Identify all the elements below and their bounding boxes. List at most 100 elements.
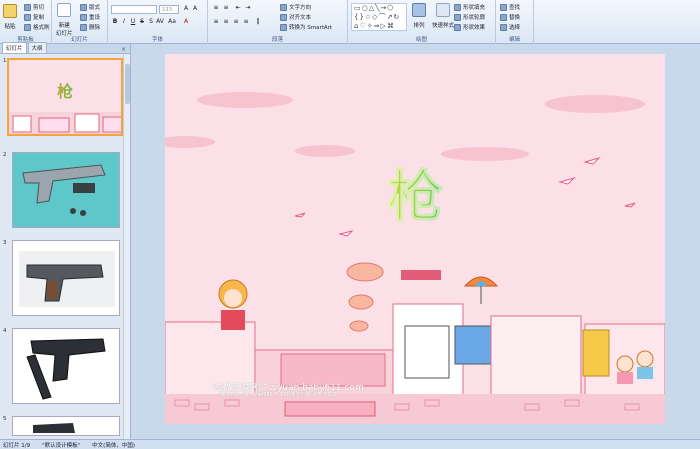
quick-styles-button[interactable]: 快速样式 [432,3,454,29]
paragraph-label: 段落 [271,37,283,43]
replace-icon [500,13,507,21]
paste-icon [3,4,17,18]
tab-outline[interactable]: 大纲 [27,42,47,53]
thumb-title: 枪 [9,78,121,102]
quick-styles-icon [436,3,450,17]
font-color-icon[interactable]: A [182,18,190,26]
slide-panel: 幻灯片 大纲 × 1 枪 2 3 4 5 [0,42,131,439]
arrange-icon [412,3,426,17]
slide-workspace: 枪 幼教资源网站 ziyuan.baby611.com 课件下载 儿歌 故事MP… [131,44,700,439]
slide-number: 3 [3,240,7,246]
ribbon: 粘贴 剪切 复制 格式刷 剪贴板 新建 幻灯片 版式 重设 删除 幻灯片 115… [0,0,700,44]
drawing-label: 绘图 [415,37,427,43]
bold-icon[interactable]: B [111,18,119,26]
slide-index-status: 幻灯片 1/9 [3,442,31,449]
shape-fill-button[interactable]: 形状填充 [454,3,485,11]
underline-icon[interactable]: U [129,18,137,26]
font-name-combo[interactable] [111,5,157,14]
panel-scrollbar[interactable] [123,54,130,439]
clipboard-group: 粘贴 剪切 复制 格式刷 剪贴板 [0,0,52,44]
shape-effects-button[interactable]: 形状效果 [454,23,485,31]
shape-outline-button[interactable]: 形状轮廓 [454,13,485,21]
panel-tabs: 幻灯片 大纲 × [0,42,130,54]
town-background-illustration [165,92,665,424]
layout-icon [80,3,87,11]
spacing-icon[interactable]: AV [156,18,164,26]
shadow-icon[interactable]: S [147,18,155,26]
new-slide-button[interactable]: 新建 幻灯片 [56,3,73,37]
slide-number: 1 [3,58,7,64]
copy-icon [24,13,31,21]
drawing-group: ▭○△╲→⬠ {}☆◇⌒↗↻ ⌂♡✧⇒▷⌘ 排列 快速样式 形状填充 形状轮廓 形状… [348,0,496,44]
text-direction-button[interactable]: 文字方向 [280,3,311,11]
slide-thumbnail [12,152,120,228]
pistol-image [33,423,75,433]
select-button[interactable]: 选择 [500,23,520,31]
scissors-icon [24,3,31,11]
change-case-icon[interactable]: Aa [168,18,176,26]
slides-group: 新建 幻灯片 版式 重设 删除 幻灯片 [52,0,108,44]
copy-button[interactable]: 复制 [24,13,44,21]
smartart-button[interactable]: 转换为 SmartArt [280,23,332,31]
theme-status[interactable]: "默认设计模板" [42,441,80,449]
align-text-icon [280,13,287,21]
replace-button[interactable]: 替换 [500,13,520,21]
font-group: 115 A A B I U S S AV Aa A 字体 [108,0,208,44]
effects-icon [454,23,461,31]
editing-group: 查找 替换 选择 编辑 [496,0,534,44]
find-button[interactable]: 查找 [500,3,520,11]
slide-number: 2 [3,152,7,158]
outline-icon [454,13,461,21]
editing-label: 编辑 [508,37,520,43]
arrange-button[interactable]: 排列 [412,3,426,29]
delete-icon [80,23,87,31]
grow-font-icon[interactable]: A [182,5,190,13]
text-direction-icon [280,3,287,11]
slide-thumbnail [12,416,120,436]
select-icon [500,23,507,31]
font-size-combo[interactable]: 115 [159,5,179,14]
columns-icon[interactable]: ‖ [254,18,262,26]
slide-thumbnail [12,240,120,316]
brush-icon [24,23,31,31]
scrollbar-thumb[interactable] [125,64,130,104]
align-text-button[interactable]: 对齐文本 [280,13,311,21]
slide-title[interactable]: 枪 [165,152,665,233]
reset-button[interactable]: 重设 [80,13,100,21]
paste-button[interactable]: 粘贴 [3,4,17,30]
smartart-icon [280,23,287,31]
slide-number: 4 [3,328,7,334]
align-right-icon[interactable]: ≡ [232,18,240,26]
slide-thumbnail [12,328,120,404]
slide-thumbnail: 枪 [7,58,123,136]
align-center-icon[interactable]: ≡ [222,18,230,26]
cut-button[interactable]: 剪切 [24,3,44,11]
align-left-icon[interactable]: ≡ [212,18,220,26]
layout-button[interactable]: 版式 [80,3,100,11]
format-painter-button[interactable]: 格式刷 [24,23,50,31]
slide-number: 5 [3,416,7,422]
italic-icon[interactable]: I [120,18,128,26]
shapes-gallery[interactable]: ▭○△╲→⬠ {}☆◇⌒↗↻ ⌂♡✧⇒▷⌘ [351,3,407,31]
slide-canvas[interactable]: 枪 幼教资源网站 ziyuan.baby611.com 课件下载 儿歌 故事MP… [165,54,665,424]
pistol-image [19,251,115,307]
numbering-icon[interactable]: ≡ [222,4,230,12]
reset-icon [80,13,87,21]
shrink-font-icon[interactable]: A [191,5,199,13]
decrease-indent-icon[interactable]: ⇤ [234,4,242,12]
thumb-town-illustration [9,112,121,134]
find-icon [500,3,507,11]
increase-indent-icon[interactable]: ⇥ [244,4,252,12]
slides-label: 幻灯片 [71,37,88,43]
status-bar: 幻灯片 1/9 "默认设计模板" 中文(简体，中国) [0,439,700,449]
close-icon[interactable]: × [121,46,126,53]
site-subtext: 课件下载 儿歌 故事MP3 FLASH课件下载 试卷下载库 [219,392,338,398]
justify-icon[interactable]: ≡ [242,18,250,26]
language-status[interactable]: 中文(简体，中国) [92,441,135,449]
tab-slides[interactable]: 幻灯片 [2,42,27,53]
pistol-image [13,153,119,227]
fill-icon [454,3,461,11]
strikethrough-icon[interactable]: S [138,18,146,26]
bullets-icon[interactable]: ≡ [212,4,220,12]
delete-button[interactable]: 删除 [80,23,100,31]
